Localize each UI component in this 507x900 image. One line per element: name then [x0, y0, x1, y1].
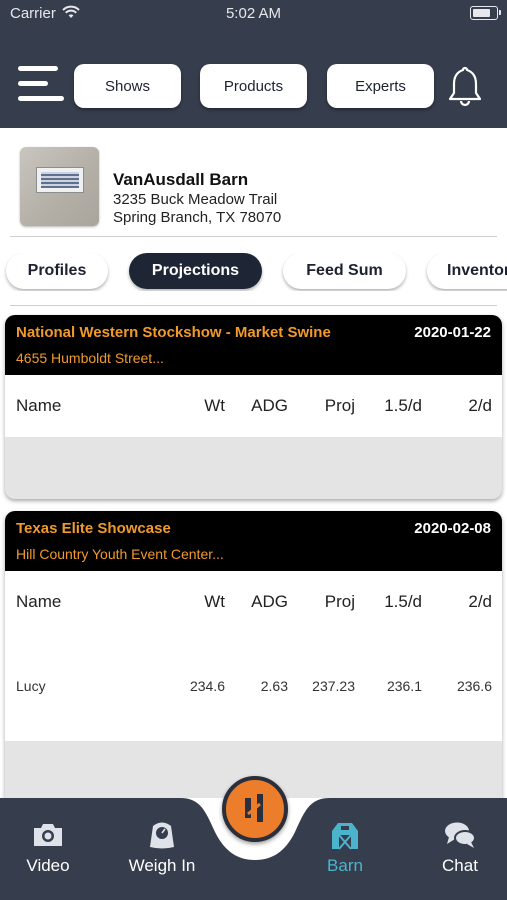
cell-1-5d: 236.1: [386, 678, 422, 694]
column-1-5d: 1.5/d: [384, 592, 422, 611]
tab-projections[interactable]: Projections: [129, 253, 262, 289]
column-name: Name: [16, 592, 62, 611]
app-header: Carrier 5:02 AM Shows Products Experts: [0, 0, 507, 128]
tab-barn[interactable]: Barn: [300, 820, 390, 876]
center-action-button[interactable]: [222, 776, 288, 842]
camera-icon: [34, 824, 62, 846]
menu-icon[interactable]: [18, 66, 64, 106]
column-header-row: Name Wt ADG Proj 1.5/d 2/d: [5, 571, 502, 633]
barn-city: Spring Branch, TX 78070: [113, 209, 282, 226]
logo-icon: [245, 794, 263, 822]
column-wt: Wt: [204, 396, 225, 415]
show-date: 2020-01-22: [414, 324, 491, 341]
cell-2d: 236.6: [456, 678, 492, 694]
tab-profiles[interactable]: Profiles: [6, 253, 108, 289]
column-adg: ADG: [251, 396, 288, 415]
experts-button[interactable]: Experts: [327, 64, 434, 108]
barn-tabs: Profiles Projections Feed Sum Inventory: [0, 253, 507, 291]
status-bar: Carrier 5:02 AM: [0, 0, 507, 28]
tab-video[interactable]: Video: [3, 820, 93, 876]
status-time: 5:02 AM: [225, 5, 282, 22]
shows-button[interactable]: Shows: [74, 64, 181, 108]
tab-feed-sum[interactable]: Feed Sum: [283, 253, 406, 289]
show-title: Texas Elite Showcase: [16, 520, 171, 537]
show-card-header[interactable]: National Western Stockshow - Market Swin…: [5, 315, 502, 375]
barn-photo: [20, 147, 99, 226]
column-1-5d: 1.5/d: [384, 396, 422, 415]
show-location: Hill Country Youth Event Center...: [16, 546, 224, 562]
bell-icon[interactable]: [446, 64, 484, 108]
column-adg: ADG: [251, 592, 288, 611]
cell-name: Lucy: [16, 678, 46, 694]
cell-adg: 2.63: [260, 678, 288, 694]
show-date: 2020-02-08: [414, 520, 491, 537]
column-header-row: Name Wt ADG Proj 1.5/d 2/d: [5, 375, 502, 437]
divider: [10, 236, 497, 237]
barn-street: 3235 Buck Meadow Trail: [113, 191, 278, 208]
chat-icon: [445, 822, 476, 848]
tab-inventory[interactable]: Inventory: [427, 253, 507, 289]
cell-proj: 237.23: [312, 678, 355, 694]
show-title: National Western Stockshow - Market Swin…: [16, 324, 331, 341]
column-name: Name: [16, 396, 62, 415]
tab-video-label: Video: [26, 856, 70, 875]
show-location: 4655 Humboldt Street...: [16, 350, 164, 366]
table-row[interactable]: Lucy 234.6 2.63 237.23 236.1 236.6: [5, 633, 502, 741]
column-proj: Proj: [324, 396, 355, 415]
column-wt: Wt: [204, 592, 225, 611]
tab-weigh-in[interactable]: Weigh In: [117, 820, 207, 876]
barn-icon: [332, 823, 358, 850]
tab-chat[interactable]: Chat: [415, 820, 505, 876]
show-card: National Western Stockshow - Market Swin…: [5, 315, 502, 499]
tab-weigh-in-label: Weigh In: [128, 856, 196, 875]
barn-name: VanAusdall Barn: [113, 170, 249, 189]
scale-icon: [150, 822, 174, 849]
column-2d: 2/d: [468, 396, 492, 415]
products-button[interactable]: Products: [200, 64, 307, 108]
divider: [10, 305, 497, 306]
battery-icon: [470, 6, 501, 20]
cell-wt: 234.6: [189, 678, 225, 694]
column-proj: Proj: [324, 592, 355, 611]
show-card-header[interactable]: Texas Elite Showcase 2020-02-08 Hill Cou…: [5, 511, 502, 571]
tab-barn-label: Barn: [327, 856, 363, 875]
column-2d: 2/d: [468, 592, 492, 611]
tab-chat-label: Chat: [442, 856, 478, 875]
show-card: Texas Elite Showcase 2020-02-08 Hill Cou…: [5, 511, 502, 811]
